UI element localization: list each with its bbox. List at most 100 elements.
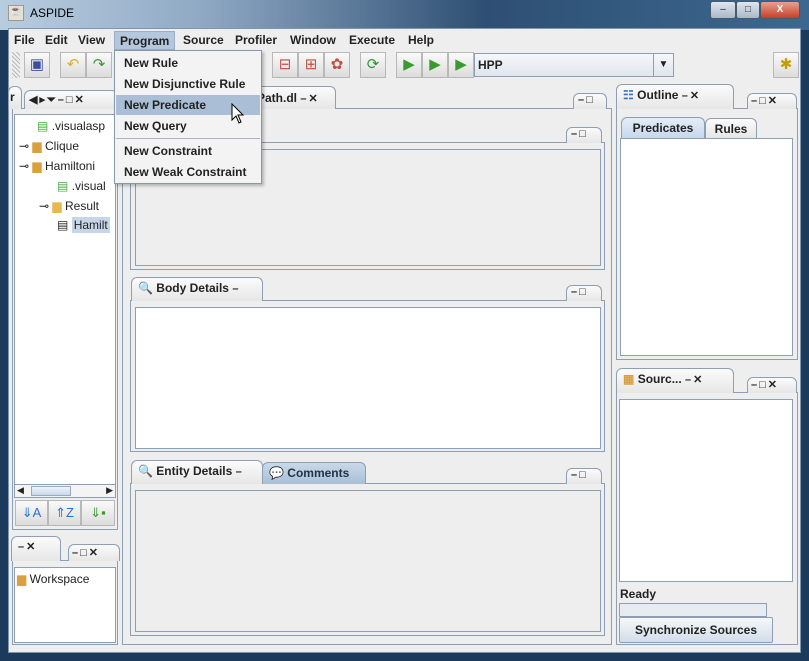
close-icon[interactable]: ✕ [75,94,86,106]
sort-descending-button[interactable]: ⇑Z [48,500,81,526]
redo-button[interactable]: ↷ [86,52,112,78]
maximize-icon[interactable]: □ [759,379,768,391]
maximize-icon[interactable]: □ [66,94,75,106]
run-icon: ▶ [455,56,467,73]
sources-icon: ▦ [623,372,635,386]
close-icon[interactable]: ✕ [308,93,319,105]
tree-item-selected[interactable]: ▤ Hamilt [57,217,110,233]
save-button[interactable]: ▣ [24,52,50,78]
minimize-icon[interactable]: – [58,94,66,106]
minimize-button[interactable]: – [710,1,736,19]
minimize-icon[interactable]: – [236,466,244,478]
undo-button[interactable]: ↶ [60,52,86,78]
minimize-icon[interactable]: – [682,90,690,102]
maximize-icon[interactable]: □ [579,469,588,481]
tree-item[interactable]: ▤ .visual [57,179,106,193]
maximize-icon[interactable]: □ [759,95,768,107]
minimize-icon[interactable]: – [232,283,240,295]
java-icon: ☕ [8,5,24,21]
minimize-icon[interactable]: – [685,374,693,386]
tree-item[interactable]: ⊸ ▆ Result [39,199,99,213]
minimize-icon[interactable]: – [571,128,579,140]
expand-handle-icon[interactable]: ⊸ [19,159,29,173]
expand-handle-icon[interactable]: ⊸ [19,139,29,153]
menu-item-new-rule[interactable]: New Rule [116,53,260,73]
maximize-icon[interactable]: □ [586,94,595,106]
tab-workspace[interactable]: –✕ [11,536,61,561]
close-icon[interactable]: ✕ [768,95,779,107]
minimize-icon[interactable]: – [18,541,26,553]
menu-execute[interactable]: Execute [344,31,400,50]
minimize-icon[interactable]: – [72,547,80,559]
toolbar-grip[interactable] [12,52,20,78]
sort-ascending-button[interactable]: ⇓A [15,500,48,526]
close-icon[interactable]: ✕ [690,90,701,102]
close-button[interactable]: X [760,1,800,19]
scroll-right-icon[interactable]: ▶ [106,485,113,496]
tab-outline[interactable]: ☷ Outline –✕ [616,84,734,109]
minimize-icon[interactable]: – [571,286,579,298]
minimize-icon[interactable]: – [751,379,759,391]
tab-predicates[interactable]: Predicates [621,117,705,138]
run-config-button[interactable]: ▶ [396,52,422,78]
menu-program[interactable]: Program [114,31,175,50]
editor-controls: –□ [573,93,607,109]
workspace-item[interactable]: ▆ Workspace [17,572,89,586]
maximize-icon[interactable]: □ [579,286,588,298]
menu-item-new-disjunctive-rule[interactable]: New Disjunctive Rule [116,74,260,94]
maximize-icon[interactable]: □ [579,128,588,140]
debug-run-button[interactable]: ▶ [422,52,448,78]
sources-controls: –□✕ [747,377,797,393]
menu-edit[interactable]: Edit [40,31,73,50]
menu-item-new-constraint[interactable]: New Constraint [116,141,260,161]
tab-comments[interactable]: 💬 Comments [262,462,366,484]
scroll-left-icon[interactable]: ◀ [17,485,24,496]
expand-handle-icon[interactable]: ⊸ [39,199,49,213]
chevron-down-icon[interactable]: ▼ [653,54,673,76]
profiler-bug-button[interactable]: ✱ [773,52,799,78]
entity-details-content [135,490,601,632]
xml-file-icon: ▤ [57,179,69,193]
new-rules-tool-button[interactable]: ⊞ [298,52,324,78]
menu-help[interactable]: Help [403,31,439,50]
nav-left-icon[interactable]: ◀▸ [29,94,47,106]
tab-body-details[interactable]: 🔍 Body Details – [131,277,263,301]
tree-item[interactable]: ⊸ ▆ Hamiltoni [19,159,95,173]
tree-item[interactable]: ⊸ ▆ Clique [19,139,79,153]
tree-item[interactable]: ▤ .visualasp [37,119,105,133]
menu-file[interactable]: File [9,31,40,50]
new-rule-tool-button[interactable]: ⊟ [272,52,298,78]
minimize-icon[interactable]: – [571,469,579,481]
menu-window[interactable]: Window [285,31,341,50]
tab-sources[interactable]: ▦ Sourc... –✕ [616,368,734,393]
maximize-button[interactable]: □ [736,1,760,19]
menu-item-new-weak-constraint[interactable]: New Weak Constraint [116,162,260,182]
menu-source[interactable]: Source [178,31,229,50]
horizontal-scrollbar[interactable]: ◀ ▶ [14,484,116,498]
run-button[interactable]: ▶ [448,52,474,78]
minimize-icon[interactable]: – [751,95,759,107]
body-details-content [135,307,601,449]
scroll-thumb[interactable] [31,486,71,496]
predicates-list [620,138,793,356]
close-icon[interactable]: ✕ [26,541,37,553]
close-icon[interactable]: ✕ [768,379,779,391]
run-config-select[interactable]: HPP ▼ [474,53,674,77]
menu-down-icon[interactable]: ⏷ [47,94,58,106]
tab-explorer[interactable]: r [8,86,22,109]
menu-view[interactable]: View [73,31,110,50]
sort-type-button[interactable]: ⇓▪ [81,500,115,526]
maximize-icon[interactable]: □ [80,547,89,559]
floppy-icon: ▣ [29,56,45,73]
outline-controls: –□✕ [747,93,797,109]
tab-entity-details[interactable]: 🔍 Entity Details – [131,460,263,484]
new-constraint-tool-button[interactable]: ✿ [324,52,350,78]
close-icon[interactable]: ✕ [693,374,704,386]
close-icon[interactable]: ✕ [89,547,100,559]
menu-profiler[interactable]: Profiler [230,31,282,50]
tab-rules[interactable]: Rules [705,118,757,138]
synchronize-sources-button[interactable]: Synchronize Sources [619,617,773,643]
workspace-tree: ▆ Workspace [14,567,116,643]
minimize-icon[interactable]: – [578,94,586,106]
refresh-button[interactable]: ⟳ [360,52,386,78]
